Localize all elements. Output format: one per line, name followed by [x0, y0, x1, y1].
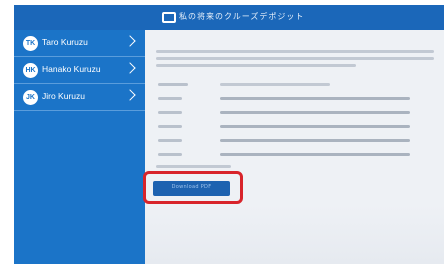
chevron-right-icon — [124, 35, 136, 47]
header-bar: 私の将来のクルーズデポジット — [14, 5, 444, 30]
intro-text-line — [156, 64, 356, 67]
sidebar-item-label: Jiro Kuruzu — [42, 91, 85, 101]
app-window: 私の将来のクルーズデポジット TK Taro Kuruzu HK Hanako … — [14, 5, 444, 264]
sidebar-item-taro[interactable]: TK Taro Kuruzu — [14, 30, 145, 57]
table-row-value — [220, 97, 410, 100]
avatar: TK — [23, 36, 38, 51]
intro-text-line — [156, 57, 434, 60]
page-title: 私の将来のクルーズデポジット — [179, 12, 305, 21]
screen: 私の将来のクルーズデポジット TK Taro Kuruzu HK Hanako … — [0, 0, 444, 264]
table-row-value — [220, 153, 410, 156]
table-row-label — [158, 153, 182, 156]
avatar: JK — [23, 90, 38, 105]
chevron-right-icon — [124, 62, 136, 74]
table-row-label — [158, 111, 182, 114]
download-pdf-label: Download PDF — [171, 184, 212, 190]
table-row-label — [158, 139, 182, 142]
content-footer-area — [145, 205, 444, 264]
intro-text-line — [156, 50, 434, 53]
sidebar-item-jiro[interactable]: JK Jiro Kuruzu — [14, 84, 145, 111]
sidebar-item-label: Taro Kuruzu — [42, 37, 88, 47]
download-pdf-button[interactable]: Download PDF — [153, 181, 230, 196]
sidebar-item-hanako[interactable]: HK Hanako Kuruzu — [14, 57, 145, 84]
table-row-label — [158, 83, 188, 86]
table-row-value — [220, 125, 410, 128]
table-row-value — [220, 83, 330, 86]
note-text-line — [156, 165, 231, 168]
table-row-label — [158, 97, 182, 100]
table-row-value — [220, 139, 410, 142]
chevron-right-icon — [124, 89, 136, 101]
table-row-value — [220, 111, 410, 114]
ship-logo-icon — [162, 12, 176, 23]
sidebar-item-label: Hanako Kuruzu — [42, 64, 101, 74]
table-row-label — [158, 125, 182, 128]
sidebar: TK Taro Kuruzu HK Hanako Kuruzu JK Jiro … — [14, 30, 145, 264]
avatar: HK — [23, 63, 38, 78]
